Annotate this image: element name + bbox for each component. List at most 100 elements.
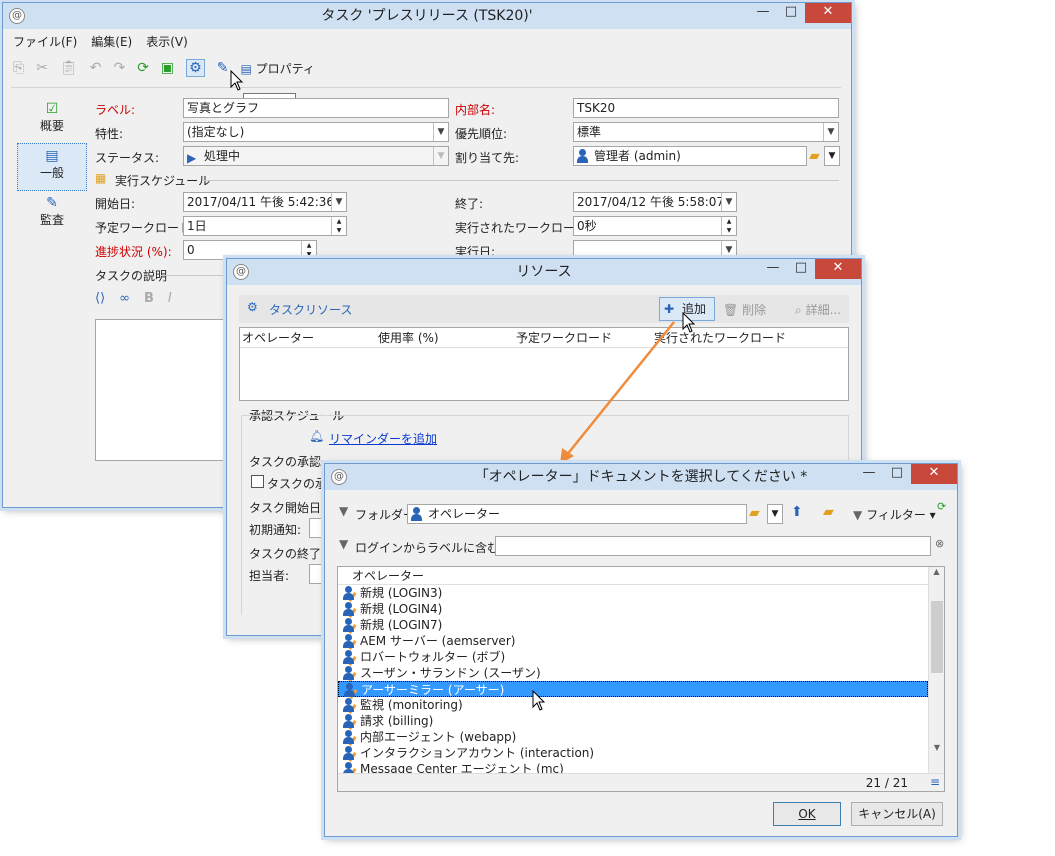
gear-icon[interactable]: ⚙ [186, 59, 205, 77]
close-button[interactable]: ✕ [805, 3, 851, 23]
calendar-icon: ▦ [95, 171, 107, 185]
properties-button[interactable]: ▤ プロパティ [240, 60, 314, 77]
cancel-button[interactable]: キャンセル(A) [851, 802, 943, 826]
filter-button[interactable]: ▼ フィルター ▾ [853, 506, 936, 523]
copy-icon[interactable]: ⎘ [13, 60, 24, 76]
gear-icon: ⚙ [247, 300, 258, 314]
start-date-field[interactable]: 2017/04/11 午後 5:42:36 ▼ [183, 192, 347, 212]
bold-icon[interactable]: B [144, 291, 154, 306]
task-title-bar[interactable]: @ タスク 'プレスリリース (TSK20)' — □ ✕ [3, 3, 851, 29]
mouse-cursor [682, 312, 696, 333]
approval-checkbox[interactable] [251, 475, 264, 488]
resource-title-bar[interactable]: @ リソース — □ ✕ [227, 259, 861, 285]
add-reminder-link[interactable]: リマインダーを追加 [329, 430, 437, 447]
list-item[interactable]: インタラクションアカウント (interaction) [338, 745, 928, 762]
progress-field[interactable]: 0 ▲ ▼ [183, 240, 317, 260]
select-title-bar[interactable]: @ 「オペレーター」ドキュメントを選択してください * — □ ✕ [325, 464, 957, 490]
undo-icon[interactable]: ↶ [90, 60, 102, 76]
cut-icon[interactable]: ✂ [36, 60, 48, 76]
list-item[interactable]: ロバートウォルター (ボブ) [338, 649, 928, 666]
end-label: 終了: [455, 197, 484, 211]
app-icon: @ [9, 8, 25, 24]
italic-icon[interactable]: I [168, 291, 172, 306]
chevron-down-icon: ▼ [721, 193, 736, 211]
folder-dropdown[interactable]: ▼ [767, 504, 783, 524]
planned-workload-field[interactable]: 1日 ▲ ▼ [183, 216, 347, 236]
check-icon: ☑ [45, 101, 59, 117]
list-item[interactable]: 請求 (billing) [338, 713, 928, 730]
nature-select[interactable]: (指定なし) ▼ [183, 122, 449, 142]
play-icon: ▶ [187, 151, 197, 165]
paste-icon[interactable]: 📋︎ [60, 60, 78, 76]
priority-select[interactable]: 標準 ▼ [573, 122, 839, 142]
end-date-field[interactable]: 2017/04/12 午後 5:58:07 ▼ [573, 192, 737, 212]
save-icon[interactable]: ▣ [161, 60, 174, 76]
maximize-button[interactable]: □ [787, 259, 815, 279]
internal-name-field[interactable]: TSK20 [573, 98, 839, 118]
side-item-overview[interactable]: ☑ 概要 [17, 97, 87, 143]
operator-rows: 新規 (LOGIN3) 新規 (LOGIN4) 新規 (LOGIN7) AEM サーバ… [338, 585, 928, 778]
menu-file[interactable]: ファイル(F) [13, 33, 77, 50]
description-editor[interactable] [95, 319, 231, 461]
clear-icon[interactable]: ⊗ [935, 537, 944, 550]
open-folder-icon[interactable]: ▰ [823, 504, 834, 520]
delete-button[interactable]: 🗑︎ 削除 [723, 301, 766, 318]
list-item[interactable]: アーサーミラー (アーサー) [338, 681, 928, 699]
list-menu-icon[interactable]: ≡ [930, 775, 940, 789]
mouse-cursor [532, 690, 546, 711]
menu-edit[interactable]: 編集(E) [91, 33, 132, 50]
source-icon[interactable]: ⟨⟩ [95, 291, 105, 306]
maximize-button[interactable]: □ [777, 3, 805, 23]
minimize-button[interactable]: — [749, 3, 777, 23]
folder-field[interactable]: オペレーター [407, 504, 747, 524]
search-input[interactable] [495, 536, 931, 556]
list-item-label: 新規 (LOGIN3) [360, 586, 443, 600]
list-item[interactable]: 新規 (LOGIN3) [338, 585, 928, 602]
stepper-icon[interactable]: ▲ ▼ [721, 217, 736, 235]
done-workload-field[interactable]: 0秒 ▲ ▼ [573, 216, 737, 236]
progress-label: 進捗状況 (%): [95, 245, 172, 259]
list-item[interactable]: AEM サーバー (aemserver) [338, 633, 928, 650]
menu-view[interactable]: 表示(V) [146, 33, 188, 50]
side-item-general[interactable]: ▤ 一般 [17, 143, 87, 191]
list-item[interactable]: 新規 (LOGIN7) [338, 617, 928, 634]
folder-icon[interactable]: ▰ [749, 505, 760, 521]
list-item[interactable]: 監視 (monitoring) [338, 697, 928, 714]
assign-dropdown[interactable]: ▼ [824, 146, 840, 166]
assign-field[interactable]: 管理者 (admin) [573, 146, 807, 166]
refresh-icon[interactable]: ⟳ [937, 500, 946, 513]
column-header-operator[interactable]: オペレーター [240, 328, 378, 347]
scrollbar-thumb[interactable] [931, 601, 943, 673]
column-header-operator[interactable]: オペレーター [338, 567, 944, 585]
column-header-usage[interactable]: 使用率 (%) [378, 328, 516, 347]
list-item[interactable]: スーザン・サランドン (スーザン) [338, 665, 928, 682]
list-item-label: 監視 (monitoring) [360, 698, 463, 712]
user-icon [342, 698, 358, 714]
list-item-label: インタラクションアカウント (interaction) [360, 746, 595, 760]
redo-icon[interactable]: ↷ [113, 60, 125, 76]
folder-icon[interactable]: ▰ [809, 148, 820, 164]
scrollbar[interactable]: ▲ ▼ [928, 567, 944, 791]
maximize-button[interactable]: □ [883, 464, 911, 484]
close-button[interactable]: ✕ [815, 259, 861, 279]
minimize-button[interactable]: — [759, 259, 787, 279]
detail-button[interactable]: ⌕ 詳細... [795, 301, 841, 318]
list-item[interactable]: 内部エージェント (webapp) [338, 729, 928, 746]
chevron-down-icon: ▼ [331, 193, 346, 211]
list-item[interactable]: 新規 (LOGIN4) [338, 601, 928, 618]
stepper-icon[interactable]: ▲ ▼ [301, 241, 316, 259]
resource-icon[interactable]: ✎ [217, 60, 229, 76]
exec-date-field[interactable]: ▼ [573, 240, 737, 260]
side-item-audit[interactable]: ✎ 監査 [17, 191, 87, 237]
binoculars-icon[interactable]: ∞ [119, 291, 130, 306]
minimize-button[interactable]: — [855, 464, 883, 484]
user-icon [410, 507, 426, 522]
stepper-icon[interactable]: ▲ ▼ [331, 217, 346, 235]
close-button[interactable]: ✕ [911, 464, 957, 484]
folder-up-icon[interactable]: ⬆ [791, 504, 803, 520]
refresh-icon[interactable]: ⟳ [137, 60, 149, 76]
ok-button[interactable]: OK [773, 802, 841, 826]
status-select[interactable]: ▶ 処理中 ▼ [183, 146, 449, 166]
label-field[interactable]: 写真とグラフ [183, 98, 449, 118]
list-item-label: 請求 (billing) [360, 714, 434, 728]
